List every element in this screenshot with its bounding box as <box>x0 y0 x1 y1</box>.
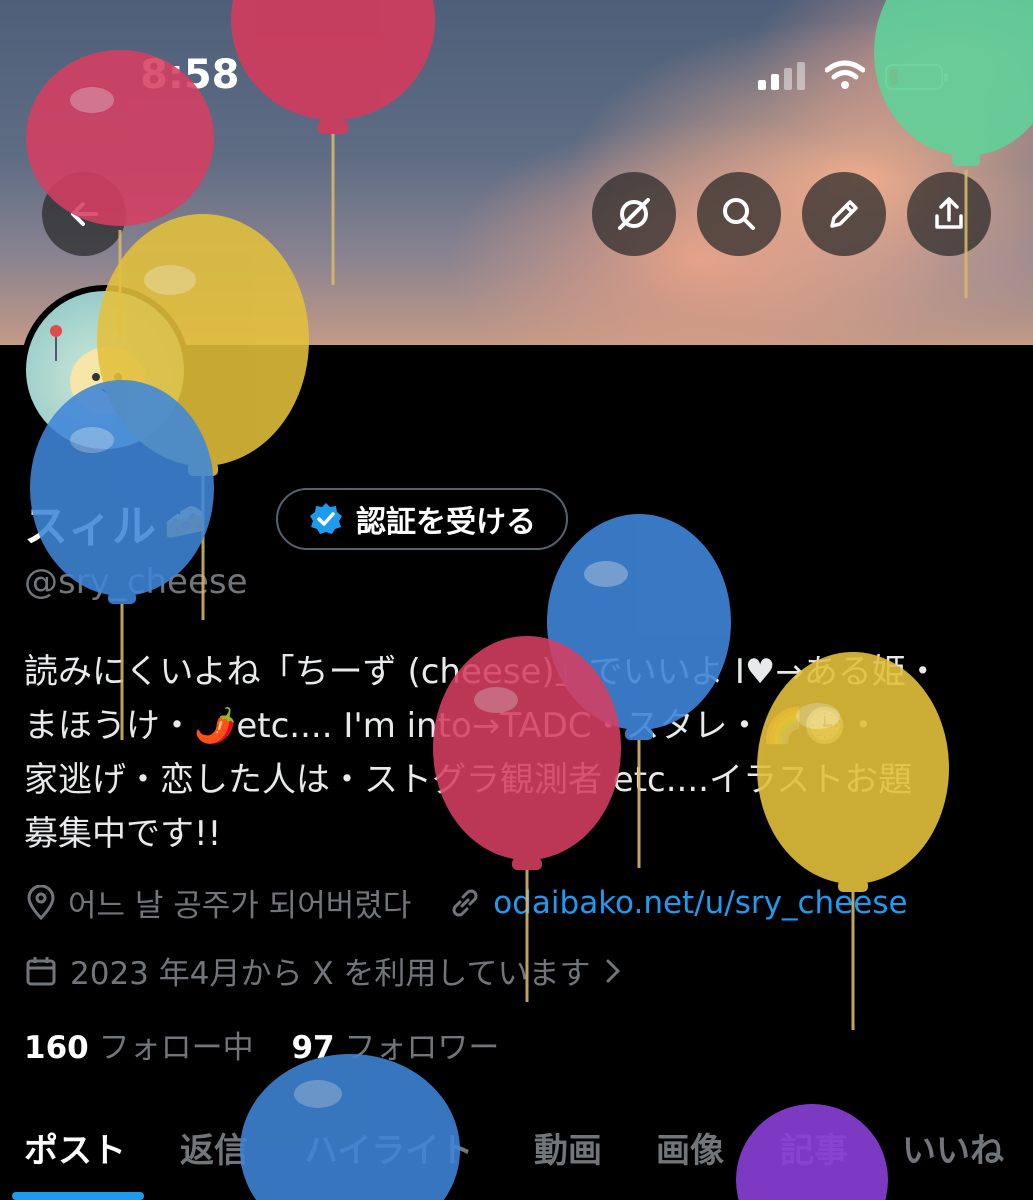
tab-articles[interactable]: 記事 <box>780 1123 848 1172</box>
back-arrow-icon <box>71 202 98 226</box>
website-link[interactable]: odaibako.net/u/sry_cheese <box>493 885 907 921</box>
battery-icon <box>885 64 948 90</box>
cheese-emoji: 🧀 <box>164 502 207 542</box>
tab-photos[interactable]: 画像 <box>656 1123 724 1172</box>
followers-count: 97 <box>291 1030 335 1066</box>
tab-replies[interactable]: 返信 <box>180 1123 248 1172</box>
location-text: 어느 날 공주가 되어버렸다 <box>68 888 412 924</box>
location-pin-icon <box>27 884 55 920</box>
link-icon <box>452 889 478 916</box>
status-time: 8:58 <box>140 52 240 98</box>
following-label: フォロー中 <box>98 1030 254 1066</box>
tab-likes[interactable]: いいね <box>902 1123 1004 1172</box>
profile-bio: 読みにくいよね「ちーず (cheese)」でいいよ I♥→ある姫・ まほうけ・🌶… <box>24 645 1014 861</box>
get-verified-button[interactable]: 認証を受ける <box>276 488 568 550</box>
tab-posts[interactable]: ポスト <box>24 1123 126 1172</box>
following-count: 160 <box>24 1030 89 1066</box>
username-handle: @sry_cheese <box>24 562 248 602</box>
active-tab-indicator <box>12 1192 144 1200</box>
bio-line: 募集中です!! <box>24 814 222 854</box>
profile-meta-row: 어느 날 공주가 되어버렸다 odaibako.net/u/sry_cheese <box>24 880 908 925</box>
grok-icon <box>618 198 650 230</box>
follow-stats: 160 フォロー中 97 フォロワー <box>24 1022 499 1067</box>
following-stat[interactable]: 160 フォロー中 <box>24 1030 254 1066</box>
tab-highlights[interactable]: ハイライト <box>304 1123 473 1172</box>
joined-date: 2023 年4月から X を利用しています <box>70 956 591 992</box>
bio-line: 家逃げ・恋した人は・ストグラ観測者 etc....イラストお題 <box>24 760 913 800</box>
joined-row[interactable]: 2023 年4月から X を利用しています <box>24 948 624 993</box>
tab-videos[interactable]: 動画 <box>534 1123 602 1172</box>
wifi-icon <box>825 60 865 89</box>
edit-icon <box>830 200 858 228</box>
followers-stat[interactable]: 97 フォロワー <box>291 1030 499 1066</box>
share-button[interactable] <box>907 172 991 256</box>
back-button[interactable] <box>42 172 126 256</box>
chevron-right-icon <box>606 959 621 982</box>
followers-label: フォロワー <box>344 1030 500 1066</box>
share-icon <box>935 197 963 229</box>
bio-line: まほうけ・🌶️etc.... I'm into→TADC・スタレ・🌈🕒・ <box>24 706 881 746</box>
bio-line: 読みにくいよね「ちーず (cheese)」でいいよ I♥→ある姫・ <box>24 652 940 692</box>
avatar-illustration <box>50 325 146 415</box>
profile-tabs: ポスト 返信 ハイライト 動画 画像 記事 いいね <box>0 1115 1033 1200</box>
verified-badge-icon <box>310 503 342 534</box>
avatar[interactable] <box>20 285 190 455</box>
search-button[interactable] <box>697 172 781 256</box>
calendar-icon <box>26 956 56 985</box>
name-row: スィル 🧀 <box>24 490 206 554</box>
cellular-signal-icon <box>758 62 805 90</box>
grok-button[interactable] <box>592 172 676 256</box>
search-icon <box>723 198 755 230</box>
display-name: スィル <box>24 501 156 552</box>
get-verified-label: 認証を受ける <box>356 505 536 540</box>
status-icons <box>758 60 948 90</box>
edit-button[interactable] <box>802 172 886 256</box>
